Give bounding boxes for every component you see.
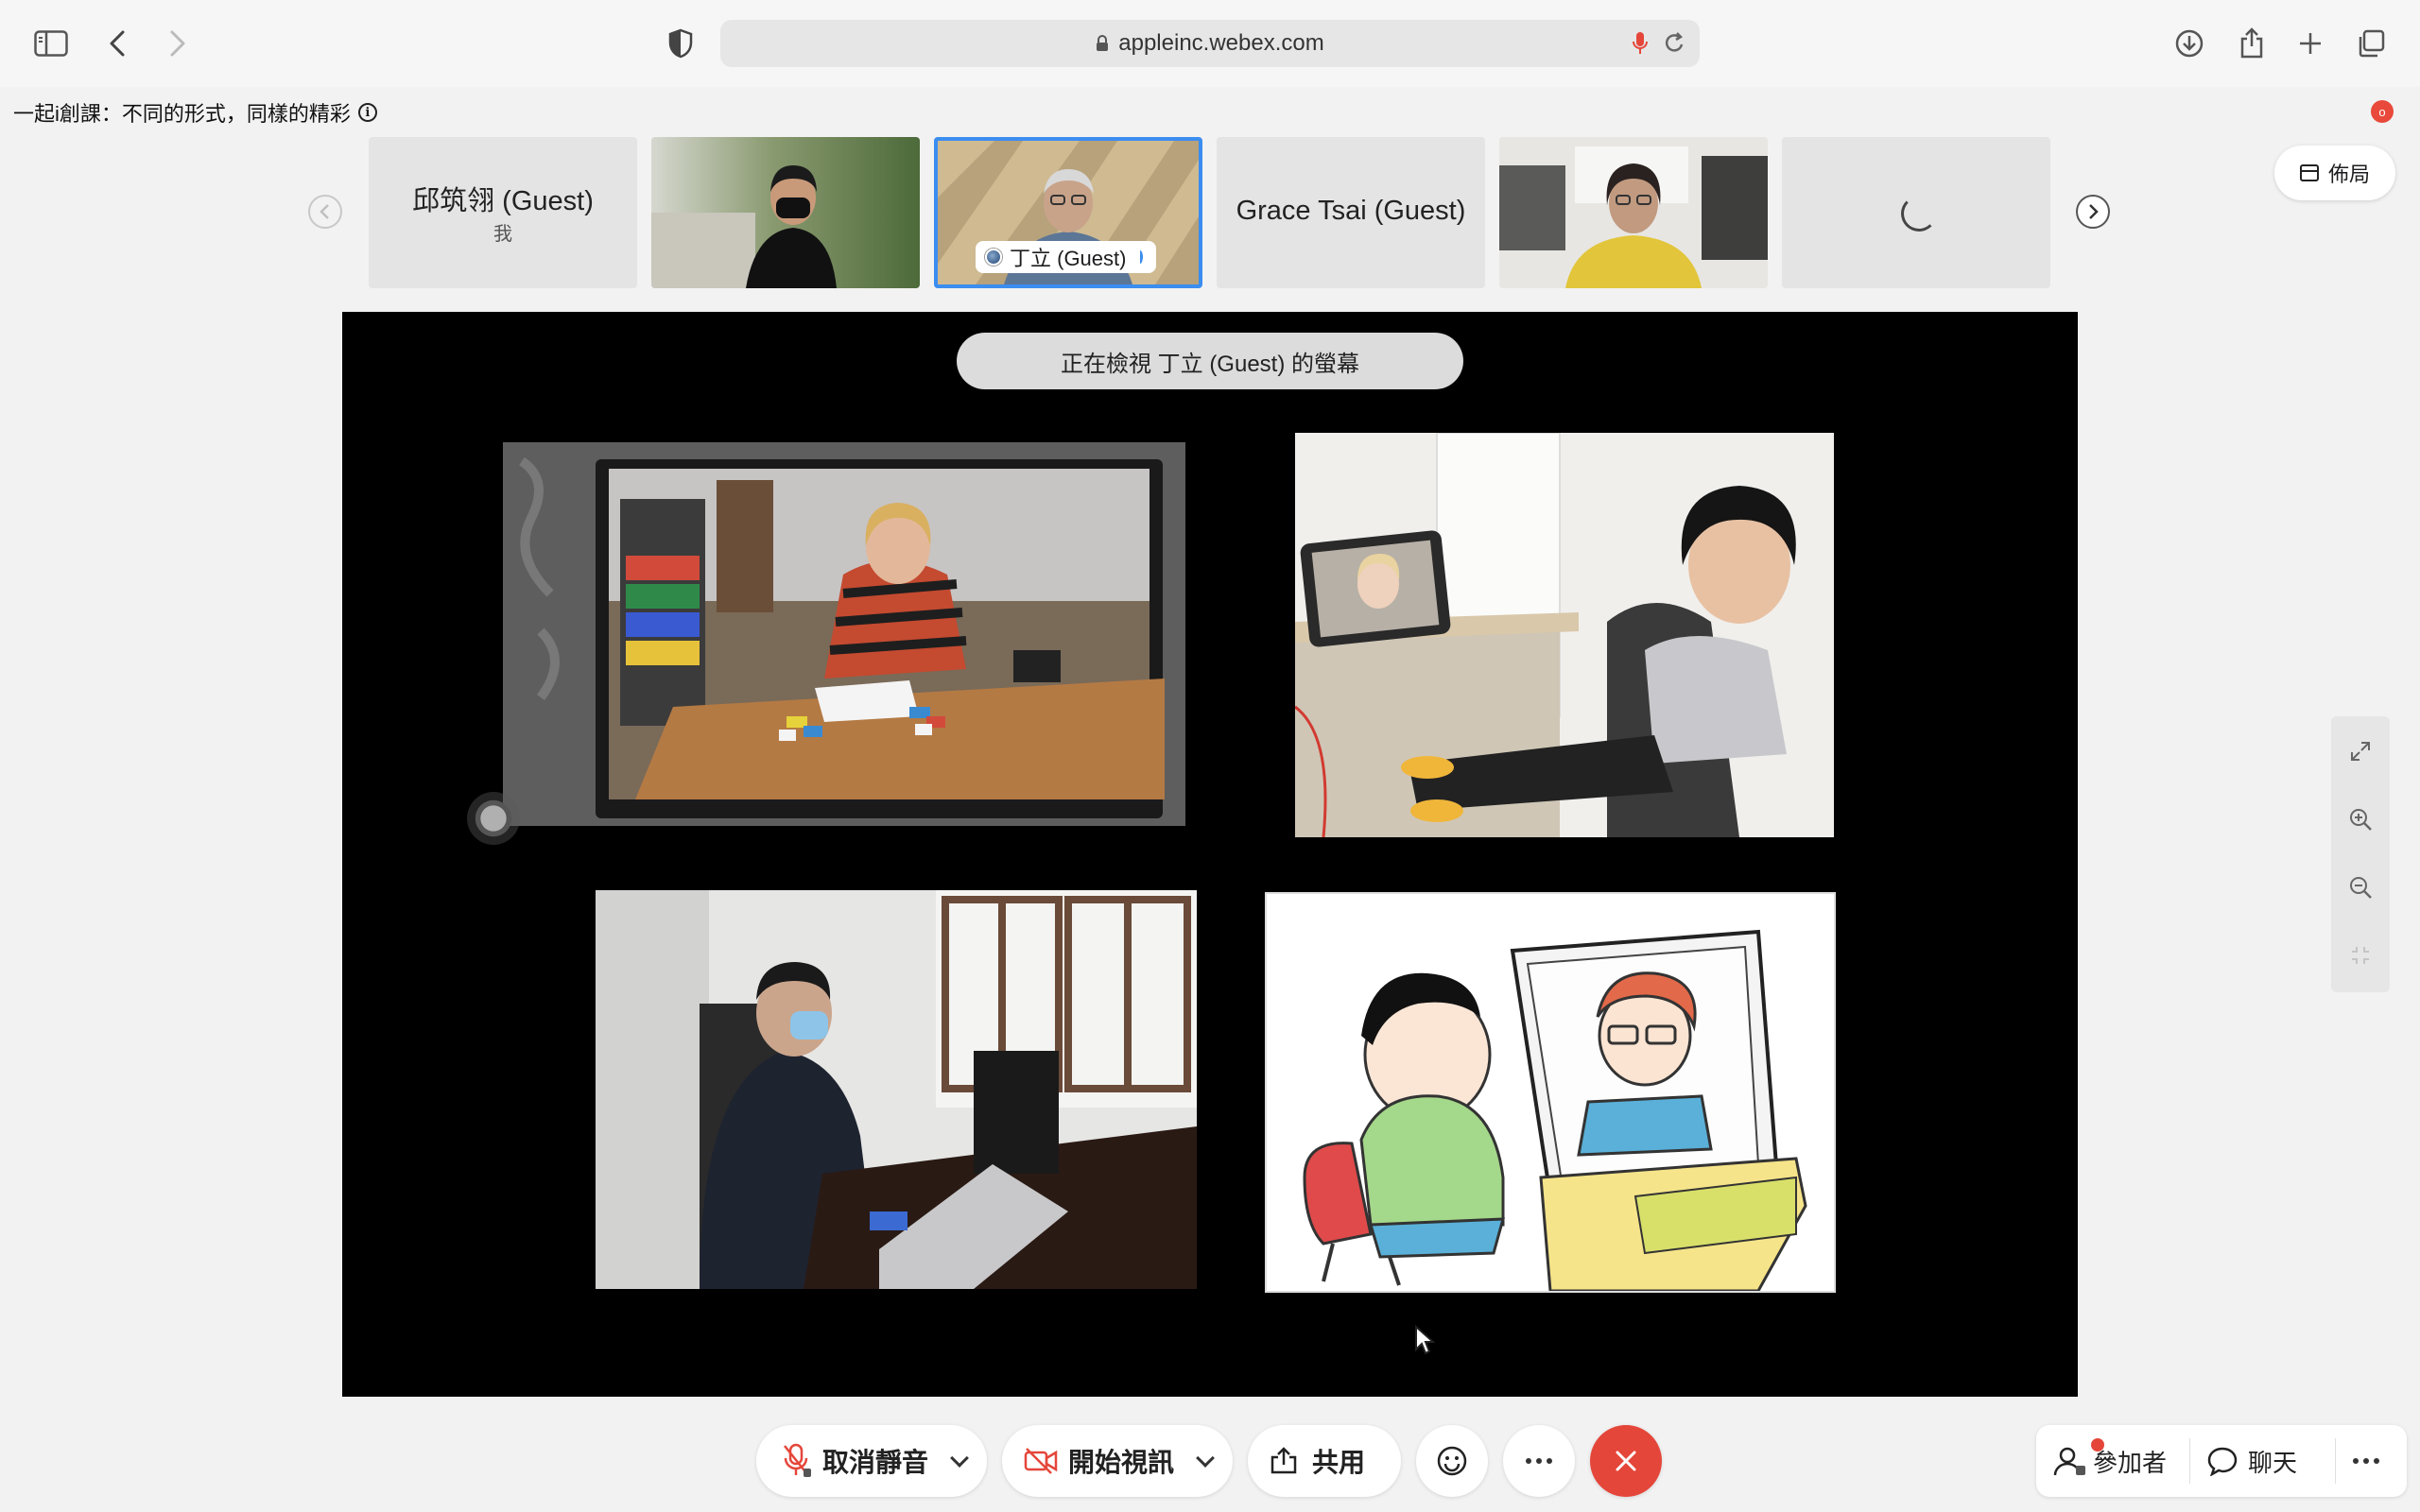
unmute-label: 取消靜音 xyxy=(822,1448,929,1477)
back-icon[interactable] xyxy=(96,23,138,64)
chat-bubble-icon xyxy=(2207,1447,2238,1476)
active-speaker-name-tag: 丁立 (Guest) xyxy=(976,241,1157,273)
layout-label: 佈局 xyxy=(2327,163,2370,186)
filmstrip-prev-button[interactable] xyxy=(308,195,342,229)
loading-spinner-icon xyxy=(1901,196,1937,232)
more-icon xyxy=(1526,1458,1552,1464)
shared-photo-man-at-computer xyxy=(596,890,1197,1289)
participant-tile-video[interactable] xyxy=(651,137,920,288)
participant-name: 邱筑翎 (Guest) xyxy=(412,186,594,216)
participant-video-feed xyxy=(651,137,920,288)
more-options-button[interactable] xyxy=(1503,1425,1575,1497)
actual-size-icon[interactable] xyxy=(2348,943,2373,968)
chat-button[interactable]: 聊天 xyxy=(2206,1425,2297,1497)
info-icon[interactable]: i xyxy=(357,103,377,122)
start-video-button[interactable]: 開始視訊 xyxy=(1002,1425,1233,1497)
shared-photo-teacher-on-monitor xyxy=(503,442,1185,826)
participant-name: 丁立 (Guest) xyxy=(1010,247,1127,270)
layout-icon xyxy=(2299,164,2319,181)
notification-badge xyxy=(2091,1438,2104,1452)
forward-icon[interactable] xyxy=(157,23,199,64)
tab-overview-icon[interactable] xyxy=(2350,23,2392,64)
participant-name: Grace Tsai (Guest) xyxy=(1236,196,1466,226)
more-panels-button[interactable] xyxy=(2352,1425,2380,1497)
video-off-icon xyxy=(1024,1448,1058,1474)
meeting-title: 一起i創課：不同的形式，同樣的精彩 xyxy=(13,102,351,126)
participant-tile-video[interactable] xyxy=(1499,137,1768,288)
share-label: 共用 xyxy=(1312,1448,1366,1477)
participant-video-feed xyxy=(1499,137,1768,288)
divider xyxy=(2189,1438,2190,1484)
participant-self-label: 我 xyxy=(493,224,512,245)
start-video-label: 開始視訊 xyxy=(1068,1448,1175,1477)
fit-to-window-icon[interactable] xyxy=(2348,739,2373,764)
address-bar[interactable]: appleinc.webex.com xyxy=(720,20,1700,67)
zoom-in-icon[interactable] xyxy=(2348,807,2373,832)
share-screen-icon xyxy=(1270,1447,1297,1474)
participant-tile-self[interactable]: 邱筑翎 (Guest) 我 xyxy=(369,137,637,288)
reload-icon[interactable] xyxy=(1664,31,1686,60)
avatar-icon xyxy=(985,249,1002,266)
participants-button[interactable]: 參加者 xyxy=(2053,1425,2167,1497)
url-text: appleinc.webex.com xyxy=(1118,30,1324,56)
remote-cursor-indicator-icon xyxy=(467,792,520,845)
privacy-shield-icon[interactable] xyxy=(660,23,701,64)
emoji-icon xyxy=(1437,1446,1467,1476)
recording-indicator-icon: o xyxy=(2371,100,2394,123)
zoom-control-panel xyxy=(2331,716,2390,992)
microphone-icon[interactable] xyxy=(1632,31,1649,60)
shared-photo-cartoon-online-class xyxy=(1265,892,1836,1293)
share-button[interactable]: 共用 xyxy=(1248,1425,1401,1497)
browser-toolbar: appleinc.webex.com xyxy=(0,0,2420,87)
zoom-out-icon[interactable] xyxy=(2348,875,2373,900)
filmstrip-next-button[interactable] xyxy=(2076,195,2110,229)
divider xyxy=(2335,1438,2336,1484)
mouse-pointer-icon xyxy=(1415,1325,1435,1355)
screen-share-banner: 正在檢視 丁立 (Guest) 的螢幕 xyxy=(957,333,1463,389)
leave-meeting-button[interactable] xyxy=(1590,1425,1662,1497)
meeting-title-row: 一起i創課：不同的形式，同樣的精彩 i xyxy=(13,98,377,127)
participant-tile-grace[interactable]: Grace Tsai (Guest) xyxy=(1217,137,1485,288)
speaking-indicator-icon xyxy=(1137,250,1144,264)
downloads-icon[interactable] xyxy=(2169,23,2210,64)
unmute-button[interactable]: 取消靜音 xyxy=(756,1425,987,1497)
participants-label: 參加者 xyxy=(2093,1448,2168,1477)
new-tab-icon[interactable] xyxy=(2290,23,2331,64)
shared-screen[interactable]: 正在檢視 丁立 (Guest) 的螢幕 xyxy=(342,312,2078,1397)
chevron-down-icon[interactable] xyxy=(1196,1449,1215,1468)
participants-icon xyxy=(2053,1447,2085,1476)
shared-photo-child-with-tablet xyxy=(1295,433,1834,837)
chat-label: 聊天 xyxy=(2248,1448,2298,1477)
participant-tile-loading[interactable] xyxy=(1782,137,2050,288)
microphone-muted-icon xyxy=(784,1443,811,1477)
lock-icon xyxy=(1096,35,1109,52)
chevron-down-icon[interactable] xyxy=(950,1449,969,1468)
layout-button[interactable]: 佈局 xyxy=(2274,146,2395,200)
sidebar-toggle-icon[interactable] xyxy=(30,23,72,64)
panel-toggle-group: 參加者 聊天 xyxy=(2036,1425,2407,1497)
reactions-button[interactable] xyxy=(1416,1425,1488,1497)
close-icon xyxy=(1616,1451,1636,1471)
more-icon xyxy=(2353,1458,2379,1464)
participant-tile-active-speaker[interactable]: 丁立 (Guest) xyxy=(934,137,1202,288)
share-icon[interactable] xyxy=(2231,23,2273,64)
